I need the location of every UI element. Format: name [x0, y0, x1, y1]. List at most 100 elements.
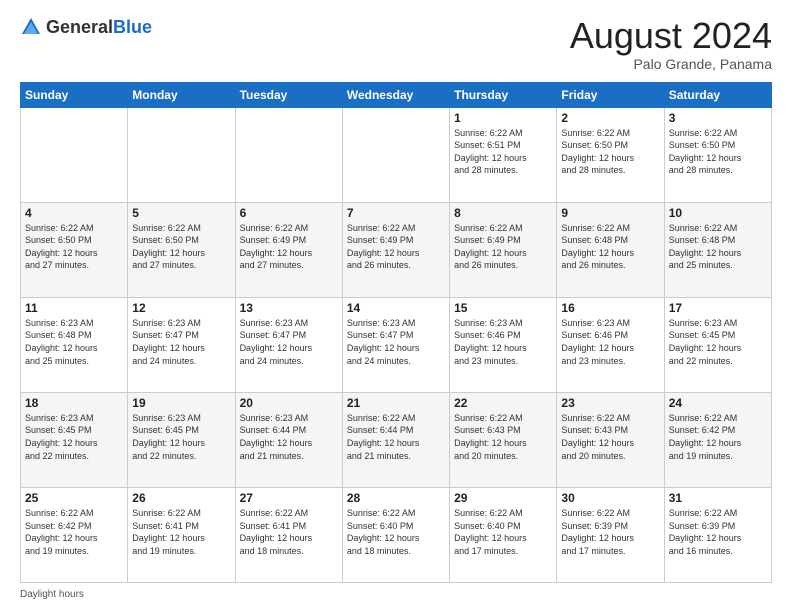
day-info: Sunrise: 6:22 AM Sunset: 6:39 PM Dayligh… — [561, 507, 659, 557]
logo-blue: Blue — [113, 17, 152, 37]
calendar-cell: 29 Sunrise: 6:22 AM Sunset: 6:40 PM Dayli… — [450, 487, 557, 582]
calendar-week-3: 11 Sunrise: 6:23 AM Sunset: 6:48 PM Dayli… — [21, 297, 772, 392]
header-sunday: Sunday — [21, 82, 128, 107]
day-number: 22 — [454, 396, 552, 410]
day-number: 17 — [669, 301, 767, 315]
header-monday: Monday — [128, 82, 235, 107]
day-number: 19 — [132, 396, 230, 410]
calendar-header: Sunday Monday Tuesday Wednesday Thursday… — [21, 82, 772, 107]
day-number: 26 — [132, 491, 230, 505]
day-number: 3 — [669, 111, 767, 125]
day-info: Sunrise: 6:22 AM Sunset: 6:43 PM Dayligh… — [561, 412, 659, 462]
daylight-label: Daylight hours — [20, 589, 84, 600]
day-info: Sunrise: 6:23 AM Sunset: 6:48 PM Dayligh… — [25, 317, 123, 367]
day-info: Sunrise: 6:22 AM Sunset: 6:49 PM Dayligh… — [454, 222, 552, 272]
calendar-cell: 4Sunrise: 6:22 AM Sunset: 6:50 PM Daylig… — [21, 202, 128, 297]
calendar-cell: 15 Sunrise: 6:23 AM Sunset: 6:46 PM Dayli… — [450, 297, 557, 392]
calendar-cell: 19 Sunrise: 6:23 AM Sunset: 6:45 PM Dayli… — [128, 392, 235, 487]
calendar-cell: 16 Sunrise: 6:23 AM Sunset: 6:46 PM Dayli… — [557, 297, 664, 392]
day-number: 6 — [240, 206, 338, 220]
calendar-cell: 14 Sunrise: 6:23 AM Sunset: 6:47 PM Dayli… — [342, 297, 449, 392]
day-info: Sunrise: 6:22 AM Sunset: 6:42 PM Dayligh… — [669, 412, 767, 462]
calendar-cell: 22 Sunrise: 6:22 AM Sunset: 6:43 PM Dayli… — [450, 392, 557, 487]
day-info: Sunrise: 6:22 AM Sunset: 6:50 PM Dayligh… — [561, 127, 659, 177]
day-info: Sunrise: 6:23 AM Sunset: 6:47 PM Dayligh… — [132, 317, 230, 367]
calendar-cell — [128, 107, 235, 202]
day-number: 14 — [347, 301, 445, 315]
day-info: Sunrise: 6:23 AM Sunset: 6:45 PM Dayligh… — [132, 412, 230, 462]
calendar-cell: 25 Sunrise: 6:22 AM Sunset: 6:42 PM Dayli… — [21, 487, 128, 582]
day-number: 29 — [454, 491, 552, 505]
header-wednesday: Wednesday — [342, 82, 449, 107]
day-number: 8 — [454, 206, 552, 220]
day-number: 20 — [240, 396, 338, 410]
day-number: 25 — [25, 491, 123, 505]
calendar-cell: 20Sunrise: 6:23 AM Sunset: 6:44 PM Dayli… — [235, 392, 342, 487]
day-info: Sunrise: 6:22 AM Sunset: 6:39 PM Dayligh… — [669, 507, 767, 557]
day-info: Sunrise: 6:22 AM Sunset: 6:40 PM Dayligh… — [347, 507, 445, 557]
calendar-cell: 10 Sunrise: 6:22 AM Sunset: 6:48 PM Dayli… — [664, 202, 771, 297]
calendar-week-4: 18 Sunrise: 6:23 AM Sunset: 6:45 PM Dayli… — [21, 392, 772, 487]
day-info: Sunrise: 6:22 AM Sunset: 6:41 PM Dayligh… — [240, 507, 338, 557]
location: Palo Grande, Panama — [570, 56, 772, 72]
day-number: 7 — [347, 206, 445, 220]
calendar-cell: 7Sunrise: 6:22 AM Sunset: 6:49 PM Daylig… — [342, 202, 449, 297]
header-thursday: Thursday — [450, 82, 557, 107]
day-info: Sunrise: 6:23 AM Sunset: 6:46 PM Dayligh… — [561, 317, 659, 367]
calendar-cell: 21 Sunrise: 6:22 AM Sunset: 6:44 PM Dayli… — [342, 392, 449, 487]
day-number: 16 — [561, 301, 659, 315]
header: GeneralBlue August 2024 Palo Grande, Pan… — [20, 16, 772, 72]
day-info: Sunrise: 6:22 AM Sunset: 6:48 PM Dayligh… — [561, 222, 659, 272]
day-number: 21 — [347, 396, 445, 410]
logo: GeneralBlue — [20, 16, 152, 38]
day-info: Sunrise: 6:22 AM Sunset: 6:44 PM Dayligh… — [347, 412, 445, 462]
calendar-cell — [342, 107, 449, 202]
calendar-cell: 13Sunrise: 6:23 AM Sunset: 6:47 PM Dayli… — [235, 297, 342, 392]
day-info: Sunrise: 6:22 AM Sunset: 6:41 PM Dayligh… — [132, 507, 230, 557]
day-number: 15 — [454, 301, 552, 315]
day-info: Sunrise: 6:22 AM Sunset: 6:48 PM Dayligh… — [669, 222, 767, 272]
calendar-cell: 17Sunrise: 6:23 AM Sunset: 6:45 PM Dayli… — [664, 297, 771, 392]
day-header-row: Sunday Monday Tuesday Wednesday Thursday… — [21, 82, 772, 107]
day-info: Sunrise: 6:22 AM Sunset: 6:50 PM Dayligh… — [25, 222, 123, 272]
calendar-cell: 12 Sunrise: 6:23 AM Sunset: 6:47 PM Dayli… — [128, 297, 235, 392]
calendar-table: Sunday Monday Tuesday Wednesday Thursday… — [20, 82, 772, 583]
calendar-week-1: 1Sunrise: 6:22 AM Sunset: 6:51 PM Daylig… — [21, 107, 772, 202]
calendar-cell: 6Sunrise: 6:22 AM Sunset: 6:49 PM Daylig… — [235, 202, 342, 297]
header-tuesday: Tuesday — [235, 82, 342, 107]
header-saturday: Saturday — [664, 82, 771, 107]
day-info: Sunrise: 6:23 AM Sunset: 6:47 PM Dayligh… — [240, 317, 338, 367]
day-number: 12 — [132, 301, 230, 315]
calendar-week-2: 4Sunrise: 6:22 AM Sunset: 6:50 PM Daylig… — [21, 202, 772, 297]
day-number: 28 — [347, 491, 445, 505]
day-number: 23 — [561, 396, 659, 410]
day-info: Sunrise: 6:22 AM Sunset: 6:50 PM Dayligh… — [132, 222, 230, 272]
calendar-cell: 1Sunrise: 6:22 AM Sunset: 6:51 PM Daylig… — [450, 107, 557, 202]
day-info: Sunrise: 6:23 AM Sunset: 6:46 PM Dayligh… — [454, 317, 552, 367]
day-number: 2 — [561, 111, 659, 125]
calendar-cell: 23 Sunrise: 6:22 AM Sunset: 6:43 PM Dayli… — [557, 392, 664, 487]
day-info: Sunrise: 6:22 AM Sunset: 6:42 PM Dayligh… — [25, 507, 123, 557]
calendar-cell: 11 Sunrise: 6:23 AM Sunset: 6:48 PM Dayli… — [21, 297, 128, 392]
header-friday: Friday — [557, 82, 664, 107]
calendar-cell: 27Sunrise: 6:22 AM Sunset: 6:41 PM Dayli… — [235, 487, 342, 582]
day-number: 31 — [669, 491, 767, 505]
calendar-cell: 9 Sunrise: 6:22 AM Sunset: 6:48 PM Daylig… — [557, 202, 664, 297]
calendar-cell — [21, 107, 128, 202]
day-info: Sunrise: 6:22 AM Sunset: 6:51 PM Dayligh… — [454, 127, 552, 177]
day-info: Sunrise: 6:23 AM Sunset: 6:47 PM Dayligh… — [347, 317, 445, 367]
day-info: Sunrise: 6:22 AM Sunset: 6:43 PM Dayligh… — [454, 412, 552, 462]
calendar-cell: 30 Sunrise: 6:22 AM Sunset: 6:39 PM Dayli… — [557, 487, 664, 582]
logo-text: GeneralBlue — [46, 17, 152, 38]
day-number: 18 — [25, 396, 123, 410]
day-number: 10 — [669, 206, 767, 220]
page: GeneralBlue August 2024 Palo Grande, Pan… — [0, 0, 792, 612]
logo-icon — [20, 16, 42, 38]
day-number: 30 — [561, 491, 659, 505]
day-number: 9 — [561, 206, 659, 220]
month-year: August 2024 — [570, 16, 772, 56]
calendar-cell: 18Sunrise: 6:23 AM Sunset: 6:45 PM Dayli… — [21, 392, 128, 487]
calendar-cell: 28 Sunrise: 6:22 AM Sunset: 6:40 PM Dayli… — [342, 487, 449, 582]
day-info: Sunrise: 6:22 AM Sunset: 6:40 PM Dayligh… — [454, 507, 552, 557]
day-number: 11 — [25, 301, 123, 315]
